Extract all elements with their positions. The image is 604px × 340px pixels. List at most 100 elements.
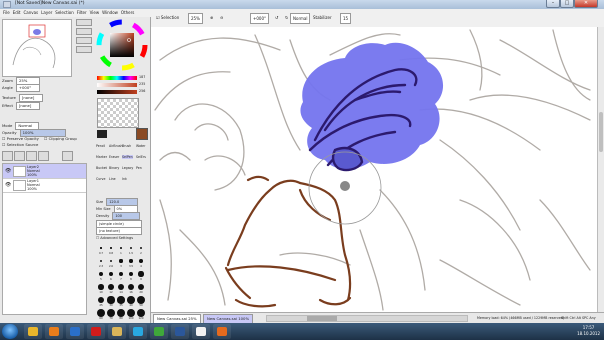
menu-layer[interactable]: Layer [41,9,52,17]
tool-eraser[interactable]: Eraser [109,155,119,159]
nav-angle-value[interactable]: +000° [15,84,40,92]
sai-icon[interactable] [192,324,210,339]
nav-zoom-out-button[interactable] [76,28,92,35]
hue-slider[interactable] [97,76,137,80]
word-icon[interactable] [171,324,189,339]
layer-row[interactable]: 👁 Layer2 Normal 100% [3,164,86,179]
rotate-right-icon[interactable]: ↻ [285,13,288,22]
brush-size-dot[interactable] [107,296,115,304]
new-layer-button[interactable] [2,151,13,161]
clipping-group-checkbox[interactable]: ☐ Clipping Group [44,136,77,142]
brush-size-dot[interactable] [118,284,124,290]
tool-brush[interactable]: Brush [122,144,131,148]
layer-row[interactable]: 👁 Layer1 Normal 100% [3,178,86,193]
brush-size-dot[interactable] [128,271,134,277]
swatch-palette[interactable] [97,98,139,128]
nav-flip-button[interactable] [76,46,92,53]
tool-legacy[interactable]: Legacy [122,166,133,170]
start-button[interactable] [2,324,18,339]
tool-marker[interactable]: Marker [96,155,107,159]
tool-pen[interactable]: Pen [136,166,142,170]
tool-bucket[interactable]: Bucket [96,166,107,170]
brush-size-dot[interactable] [97,296,105,304]
background-color-swatch[interactable] [97,130,107,138]
brush-size-dot[interactable] [108,271,114,277]
texture-select[interactable]: [none] [18,94,43,102]
brush-size-dot[interactable] [99,272,103,276]
color-wheel[interactable] [96,18,148,74]
brush-size-dot[interactable] [106,308,116,318]
merge-down-button[interactable] [38,151,49,161]
nav-reset-button[interactable] [76,37,92,44]
saturation-slider[interactable] [97,83,137,87]
brush-size-dot[interactable] [98,284,104,290]
brush-size-dot[interactable] [117,296,125,304]
tool-curve[interactable]: Curve [96,177,105,181]
brush-size-dot[interactable] [96,308,106,318]
nav-zoom-in-button[interactable] [76,19,92,26]
new-folder-button[interactable] [14,151,25,161]
menu-selection[interactable]: Selection [55,9,73,17]
opera-icon[interactable] [87,324,105,339]
tool-line[interactable]: Line [109,177,116,181]
brush-size-dot[interactable] [100,247,102,249]
brush-size-dot[interactable] [136,308,146,318]
zoom-in-icon[interactable]: ⊕ [210,13,213,22]
menu-others[interactable]: Others [121,9,134,17]
tool-pencil[interactable]: Pencil [96,144,105,148]
menu-view[interactable]: View [90,9,100,17]
eye-icon[interactable]: 👁 [5,182,11,188]
brush-size-dot[interactable] [126,308,136,318]
delete-layer-button[interactable] [62,151,73,161]
brush-size-dot[interactable] [139,246,143,250]
angle-select[interactable]: +000° [250,13,269,24]
selection-source-checkbox[interactable]: ☐ Selection Source [2,142,38,148]
advanced-settings-checkbox[interactable]: ☐ Advanced Settings [96,235,133,241]
effect-select[interactable]: [none] [15,102,40,110]
menu-window[interactable]: Window [102,9,118,17]
brush-size-dot[interactable] [109,259,113,263]
brush-texture-select[interactable]: (no texture) [96,227,142,235]
brush-size-dot[interactable] [120,247,122,249]
brush-size-dot[interactable] [138,271,144,277]
brush-shape-select[interactable]: (simple circle) [96,220,142,228]
tool-binary[interactable]: Binary [109,166,119,170]
menu-canvas[interactable]: Canvas [23,9,38,17]
tool-ink[interactable]: Ink [122,177,127,181]
menu-edit[interactable]: Edit [13,9,21,17]
tool-airbrush[interactable]: AirBrush [109,144,123,148]
chrome-icon[interactable] [24,324,42,339]
navigator-preview[interactable] [2,19,72,77]
value-slider[interactable] [97,90,137,94]
menu-file[interactable]: File [3,9,10,17]
media-player-icon[interactable] [66,324,84,339]
blend-mode-select[interactable]: Normal [290,13,311,24]
brush-size-dot[interactable] [119,259,123,263]
avast-icon[interactable] [45,324,63,339]
transfer-down-button[interactable] [26,151,37,161]
utorrent-icon[interactable] [150,324,168,339]
brush-size-dot[interactable] [129,259,133,263]
horizontal-scrollbar[interactable] [266,315,468,322]
brush-size-dot[interactable] [129,246,132,249]
system-clock[interactable]: 17:57 18.10.2012 [577,325,600,337]
skype-icon[interactable] [129,324,147,339]
zoom-select[interactable]: 25% [188,13,203,24]
brush-size-dot[interactable] [118,271,124,277]
scroll-thumb[interactable] [599,112,603,152]
brush-size-dot[interactable] [137,283,145,291]
stabilizer-select[interactable]: 15 [340,13,352,24]
hscroll-thumb[interactable] [307,316,337,321]
minimize-button[interactable]: – [546,0,560,8]
brush-size-dot[interactable] [137,296,145,304]
brush-size-dot[interactable] [108,284,114,290]
menu-filter[interactable]: Filter [77,9,87,17]
drawing-canvas[interactable] [151,27,597,312]
tool-water[interactable]: Water [136,144,145,148]
vertical-scrollbar[interactable] [597,27,604,312]
foreground-color-swatch[interactable] [136,128,148,140]
maximize-button[interactable]: □ [560,0,574,8]
rotate-left-icon[interactable]: ↺ [275,13,278,22]
firefox-icon[interactable] [213,324,231,339]
tool-selpen[interactable]: SelPen [122,155,133,159]
